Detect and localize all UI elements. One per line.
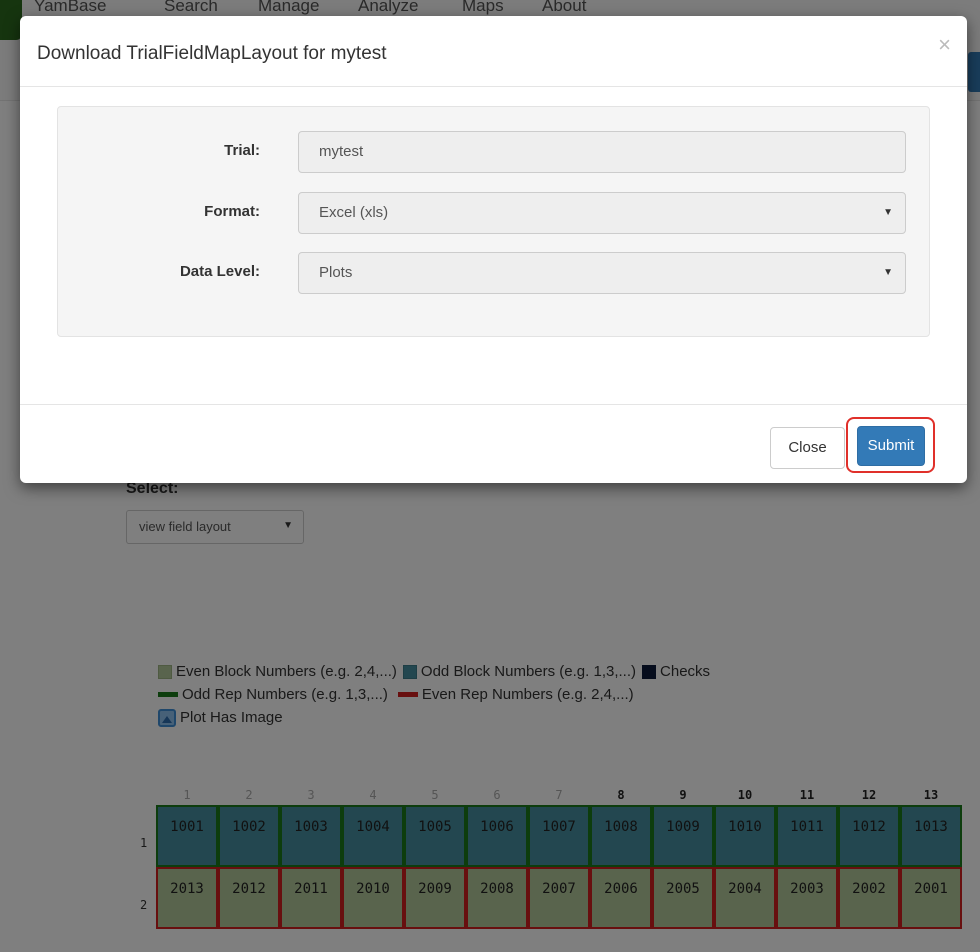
close-button[interactable]: Close [770, 427, 845, 469]
format-label: Format: [204, 203, 260, 220]
download-form: Trial: mytest Format: Excel (xls) ▼ Data… [57, 106, 930, 337]
modal-header: Download TrialFieldMapLayout for mytest … [20, 16, 967, 87]
modal-title: Download TrialFieldMapLayout for mytest [37, 43, 387, 64]
trial-field: mytest [298, 131, 906, 173]
data-level-label: Data Level: [179, 263, 260, 280]
data-level-select-value: Plots [319, 264, 353, 281]
chevron-down-icon: ▼ [883, 267, 893, 278]
trial-field-value: mytest [319, 143, 364, 160]
trial-label: Trial: [224, 142, 260, 159]
format-select[interactable]: Excel (xls) ▼ [298, 192, 906, 234]
data-level-select[interactable]: Plots ▼ [298, 252, 906, 294]
close-icon[interactable]: × [938, 32, 951, 58]
submit-button[interactable]: Submit [857, 426, 925, 466]
modal-footer: Close Submit [20, 404, 967, 484]
chevron-down-icon: ▼ [883, 207, 893, 218]
download-dialog: Download TrialFieldMapLayout for mytest … [20, 16, 967, 483]
format-select-value: Excel (xls) [319, 204, 389, 221]
